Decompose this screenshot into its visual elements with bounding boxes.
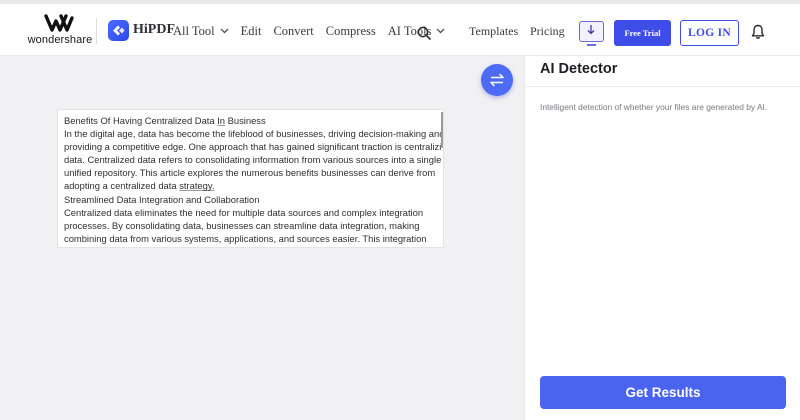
- nav-all-tool[interactable]: All Tool: [173, 24, 229, 39]
- nav-compress[interactable]: Compress: [326, 24, 376, 39]
- document-line: combining data from various systems, app…: [64, 232, 434, 245]
- pricing-link-label: Pricing: [530, 23, 565, 38]
- main-nav: All Tool Edit Convert Compress AI Tools: [173, 22, 457, 40]
- document-text-run: unified repository. This article explore…: [64, 167, 436, 179]
- document-text-run: providing a competitive edge. One approa…: [64, 141, 444, 153]
- hipdf-logo-icon: [108, 19, 129, 41]
- download-icon: [587, 25, 595, 35]
- document-text[interactable]: Benefits Of Having Centralized Data In B…: [64, 114, 443, 245]
- nav-compress-label: Compress: [325, 23, 376, 38]
- document-line: Benefits Of Having Centralized Data In B…: [64, 114, 434, 127]
- spellcheck-underlined-word: strategy.: [179, 180, 215, 192]
- document-line: data. Centralized data refers to consoli…: [64, 153, 443, 166]
- panel-title: AI Detector: [540, 61, 618, 77]
- nav-edit[interactable]: Edit: [241, 24, 262, 39]
- nav-convert-label: Convert: [273, 23, 314, 38]
- nav-all-tool-label: All Tool: [173, 23, 215, 38]
- nav-convert[interactable]: Convert: [273, 24, 313, 39]
- login-button[interactable]: LOG IN: [680, 20, 739, 46]
- swap-tool-button[interactable]: [481, 64, 513, 96]
- wondershare-logo[interactable]: wondershare: [24, 14, 96, 48]
- document-text-run: Benefits Of Having Centralized Data: [64, 115, 218, 126]
- nav-edit-label: Edit: [240, 23, 262, 38]
- document-text-run: data. Centralized data refers to consoli…: [64, 154, 444, 166]
- document-text-run: Streamlined Data Integration and Collabo…: [64, 193, 260, 205]
- ai-detector-panel: AI Detector Intelligent detection of whe…: [524, 56, 800, 420]
- templates-link[interactable]: Templates: [469, 22, 518, 40]
- hipdf-wordmark: HiPDF: [133, 22, 175, 37]
- wondershare-logo-icon: [44, 14, 74, 32]
- document-text-run: combining data from various systems, app…: [64, 232, 427, 244]
- panel-divider: [525, 86, 800, 87]
- wondershare-wordmark: wondershare: [27, 34, 93, 46]
- chevron-down-icon: [220, 28, 229, 34]
- document-line: providing a competitive edge. One approa…: [64, 140, 443, 153]
- document-text-run: adopting a centralized data: [64, 180, 180, 192]
- bell-icon[interactable]: [751, 24, 765, 40]
- templates-link-label: Templates: [469, 23, 519, 38]
- hipdf-logo[interactable]: HiPDF: [108, 19, 175, 41]
- document-text-run: Business: [225, 115, 266, 126]
- document-line: unified repository. This article explore…: [64, 166, 436, 179]
- document-line: Streamlined Data Integration and Collabo…: [64, 193, 434, 206]
- chevron-down-icon: [437, 28, 445, 34]
- get-results-button[interactable]: Get Results: [540, 376, 786, 409]
- download-app-button[interactable]: [579, 21, 604, 46]
- free-trial-button[interactable]: Free Trial: [614, 20, 671, 46]
- document-line: adopting a centralized data strategy.: [64, 179, 434, 192]
- document-text-run: Centralized data eliminates the need for…: [64, 206, 424, 218]
- swap-arrows-icon: [490, 73, 504, 87]
- document-line: Centralized data eliminates the need for…: [64, 206, 434, 219]
- header-divider: [96, 18, 97, 44]
- document-text-area[interactable]: Benefits Of Having Centralized Data In B…: [57, 109, 444, 248]
- spellcheck-underlined-word: In: [217, 115, 226, 126]
- top-navigation-bar: wondershare HiPDF All Tool Edit Convert …: [0, 4, 800, 56]
- document-line: processes. By consolidating data, busine…: [64, 219, 434, 232]
- document-text-run: In the digital age, data has become the …: [64, 128, 444, 140]
- pricing-link[interactable]: Pricing: [530, 22, 565, 40]
- search-icon[interactable]: [417, 26, 431, 40]
- document-line: In the digital age, data has become the …: [64, 127, 443, 140]
- document-scrollbar-thumb[interactable]: [441, 112, 443, 148]
- document-workspace: Benefits Of Having Centralized Data In B…: [0, 56, 524, 420]
- panel-description: Intelligent detection of whether your fi…: [540, 102, 768, 112]
- document-text-run: processes. By consolidating data, busine…: [64, 219, 420, 231]
